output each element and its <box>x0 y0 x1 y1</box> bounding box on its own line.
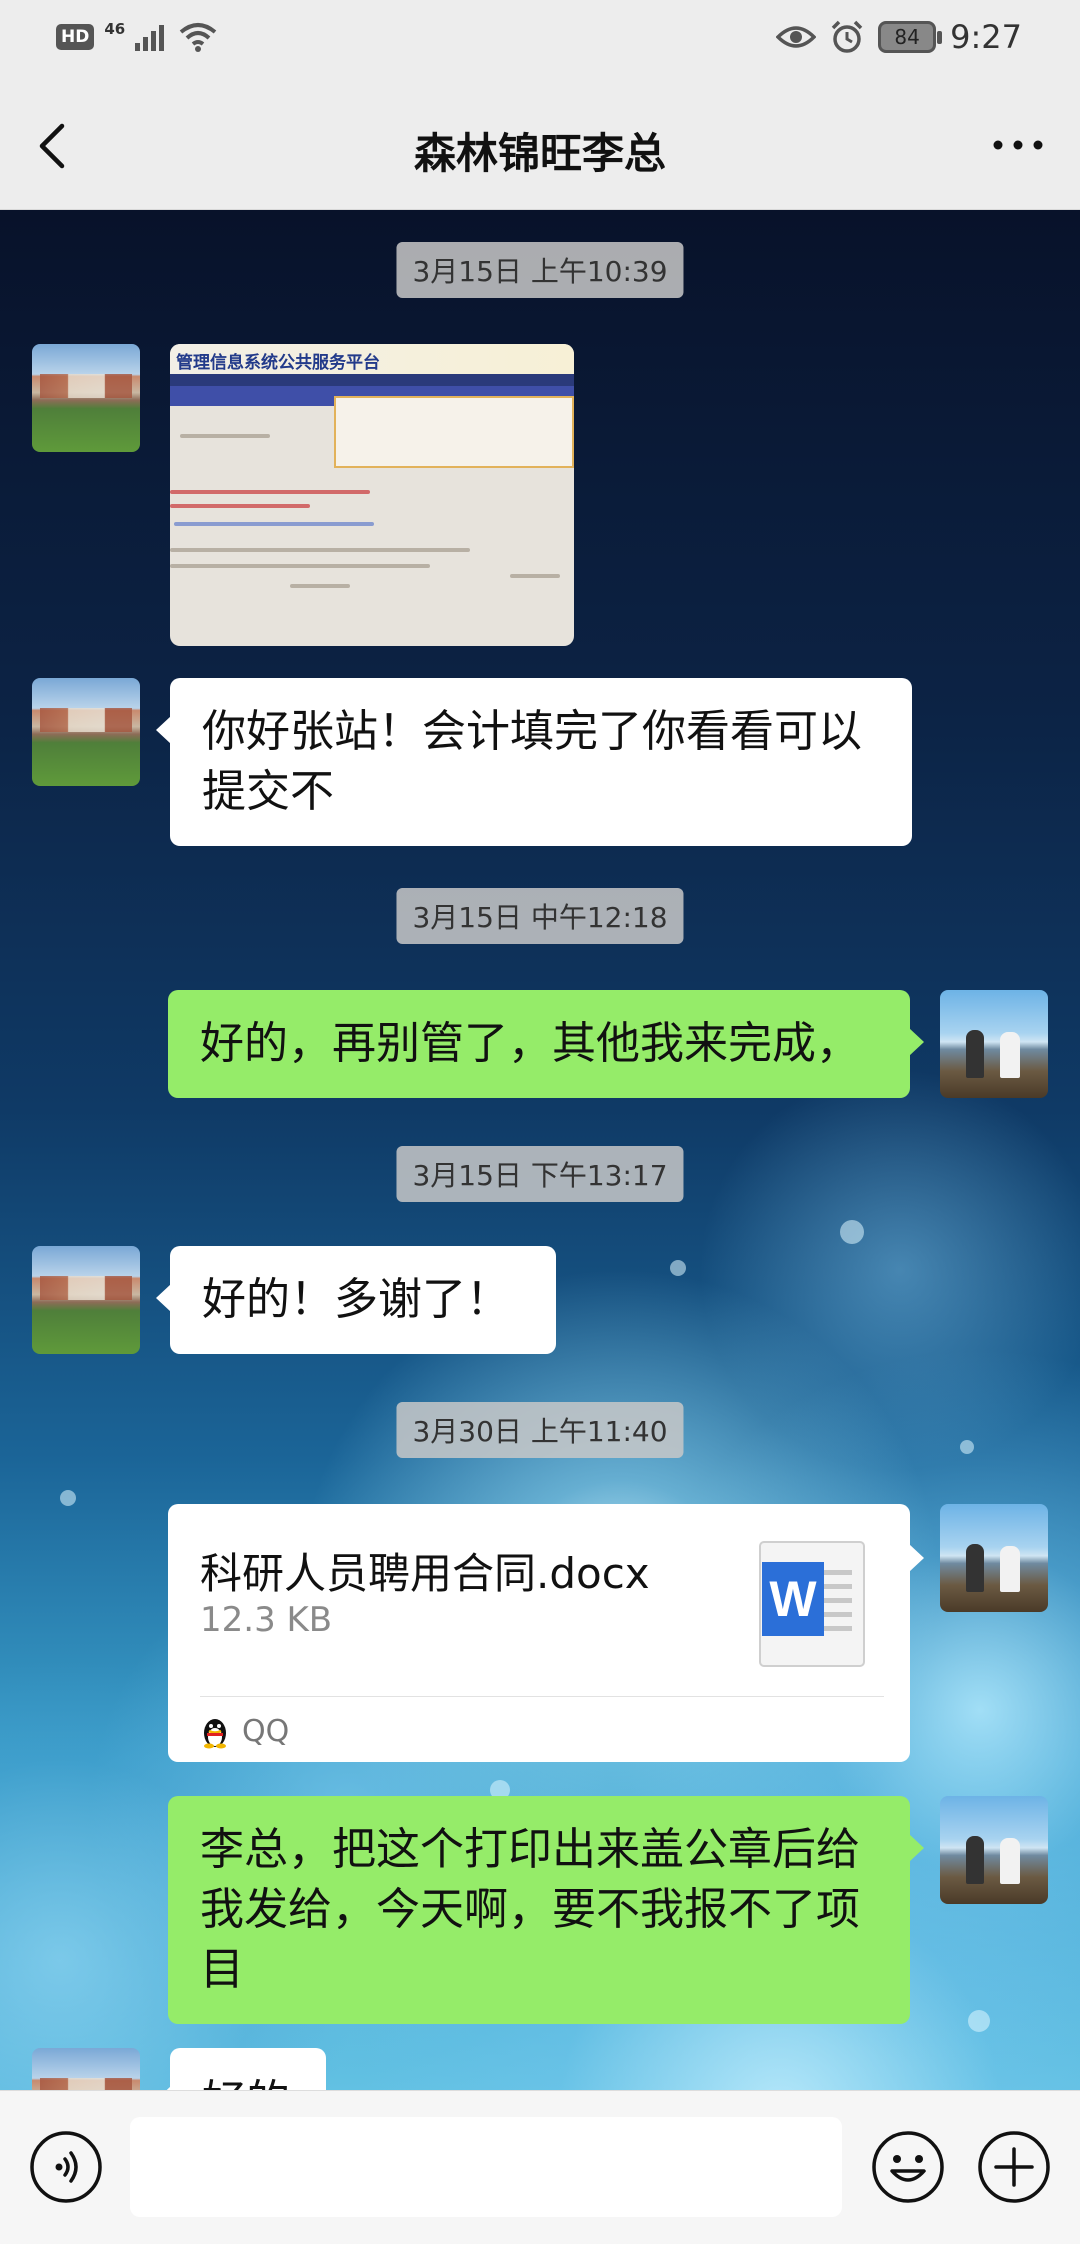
svg-text:W: W <box>769 1571 817 1627</box>
image-line <box>174 522 374 526</box>
signal-icon <box>135 25 165 51</box>
message-line: 目 <box>200 1944 244 1995</box>
sent-message[interactable]: 李总，把这个打印出来盖公章后给 我发给，今天啊，要不我报不了项 目 <box>168 1796 924 2024</box>
status-left: HD 46 <box>56 20 217 52</box>
voice-button[interactable] <box>28 2129 104 2205</box>
chat-title: 森林锦旺李总 <box>413 129 666 178</box>
received-message[interactable]: 好的 <box>156 2048 326 2090</box>
timestamp: 3月30日 上午11:40 <box>396 1402 684 1458</box>
message-input[interactable] <box>130 2117 842 2217</box>
hd-badge: HD <box>56 24 95 50</box>
bokeh-light <box>968 2010 990 2032</box>
timestamp: 3月15日 上午10:39 <box>396 242 684 298</box>
status-time: 9:27 <box>950 18 1022 56</box>
bokeh-light <box>960 1440 974 1454</box>
chat-header: 森林锦旺李总 <box>0 80 1080 210</box>
network-type: 46 <box>104 20 126 38</box>
my-avatar[interactable] <box>940 990 1048 1098</box>
message-input-bar <box>0 2090 1080 2244</box>
timestamp: 3月15日 下午13:17 <box>396 1146 684 1202</box>
back-button[interactable] <box>28 116 84 176</box>
timestamp: 3月15日 中午12:18 <box>396 888 684 944</box>
word-doc-icon: W <box>759 1541 865 1667</box>
plus-icon <box>978 2131 1050 2203</box>
file-message[interactable]: 科研人员聘用合同.docx 12.3 KB W QQ <box>168 1504 924 1762</box>
bokeh-light <box>670 1260 686 1276</box>
image-line <box>170 548 470 552</box>
qq-penguin-icon <box>204 1718 226 1748</box>
image-caption: 管理信息系统公共服务平台 <box>176 353 380 373</box>
bokeh-light <box>840 1220 864 1244</box>
image-line <box>180 434 270 438</box>
alarm-icon <box>831 20 863 53</box>
eye-icon <box>776 26 817 48</box>
image-band <box>170 374 574 386</box>
wifi-icon <box>179 23 217 52</box>
my-avatar[interactable] <box>940 1796 1048 1904</box>
my-avatar[interactable] <box>940 1504 1048 1612</box>
file-source-label: QQ <box>242 1714 290 1749</box>
file-divider <box>200 1696 884 1697</box>
file-source: QQ <box>200 1714 289 1749</box>
received-message[interactable]: 好的！多谢了！ <box>156 1246 556 1354</box>
message-line: 提交不 <box>202 766 334 817</box>
voice-icon <box>30 2131 102 2203</box>
message-line: 我发给，今天啊，要不我报不了项 <box>200 1884 860 1935</box>
chat-message-list[interactable]: 3月15日 上午10:39 管理信息系统公共服务平台 你好张站！会计填完了你看看… <box>0 210 1080 2090</box>
message-line: 好的，再别管了，其他我来完成， <box>200 1018 860 1069</box>
message-line: 李总，把这个打印出来盖公章后给 <box>200 1824 860 1875</box>
image-line <box>290 584 350 588</box>
chevron-left-icon <box>39 123 65 169</box>
message-line: 好的！多谢了！ <box>202 1274 510 1325</box>
status-bar: HD 46 84 9:27 <box>0 0 1080 80</box>
image-line <box>170 504 310 508</box>
more-functions-button[interactable] <box>976 2129 1052 2205</box>
file-size: 12.3 KB <box>200 1600 333 1640</box>
contact-avatar[interactable] <box>32 678 140 786</box>
image-popup <box>334 396 574 468</box>
sent-message[interactable]: 好的，再别管了，其他我来完成， <box>168 990 924 1098</box>
more-button[interactable] <box>986 120 1050 170</box>
contact-avatar[interactable] <box>32 1246 140 1354</box>
contact-avatar[interactable] <box>32 344 140 452</box>
file-name: 科研人员聘用合同.docx <box>200 1549 650 1598</box>
image-line <box>510 574 560 578</box>
emoji-button[interactable] <box>870 2129 946 2205</box>
more-dots-icon <box>993 140 1043 150</box>
received-message[interactable]: 你好张站！会计填完了你看看可以 提交不 <box>156 678 912 846</box>
message-line: 好的 <box>202 2072 294 2090</box>
bokeh-light <box>60 1490 76 1506</box>
battery-indicator: 84 <box>878 21 943 53</box>
status-right: 84 9:27 <box>776 18 1022 56</box>
contact-avatar[interactable] <box>32 2048 140 2090</box>
image-line <box>170 564 430 568</box>
image-message[interactable]: 管理信息系统公共服务平台 <box>170 344 574 646</box>
image-line <box>170 490 370 494</box>
message-line: 你好张站！会计填完了你看看可以 <box>202 706 862 757</box>
emoji-icon <box>872 2131 944 2203</box>
